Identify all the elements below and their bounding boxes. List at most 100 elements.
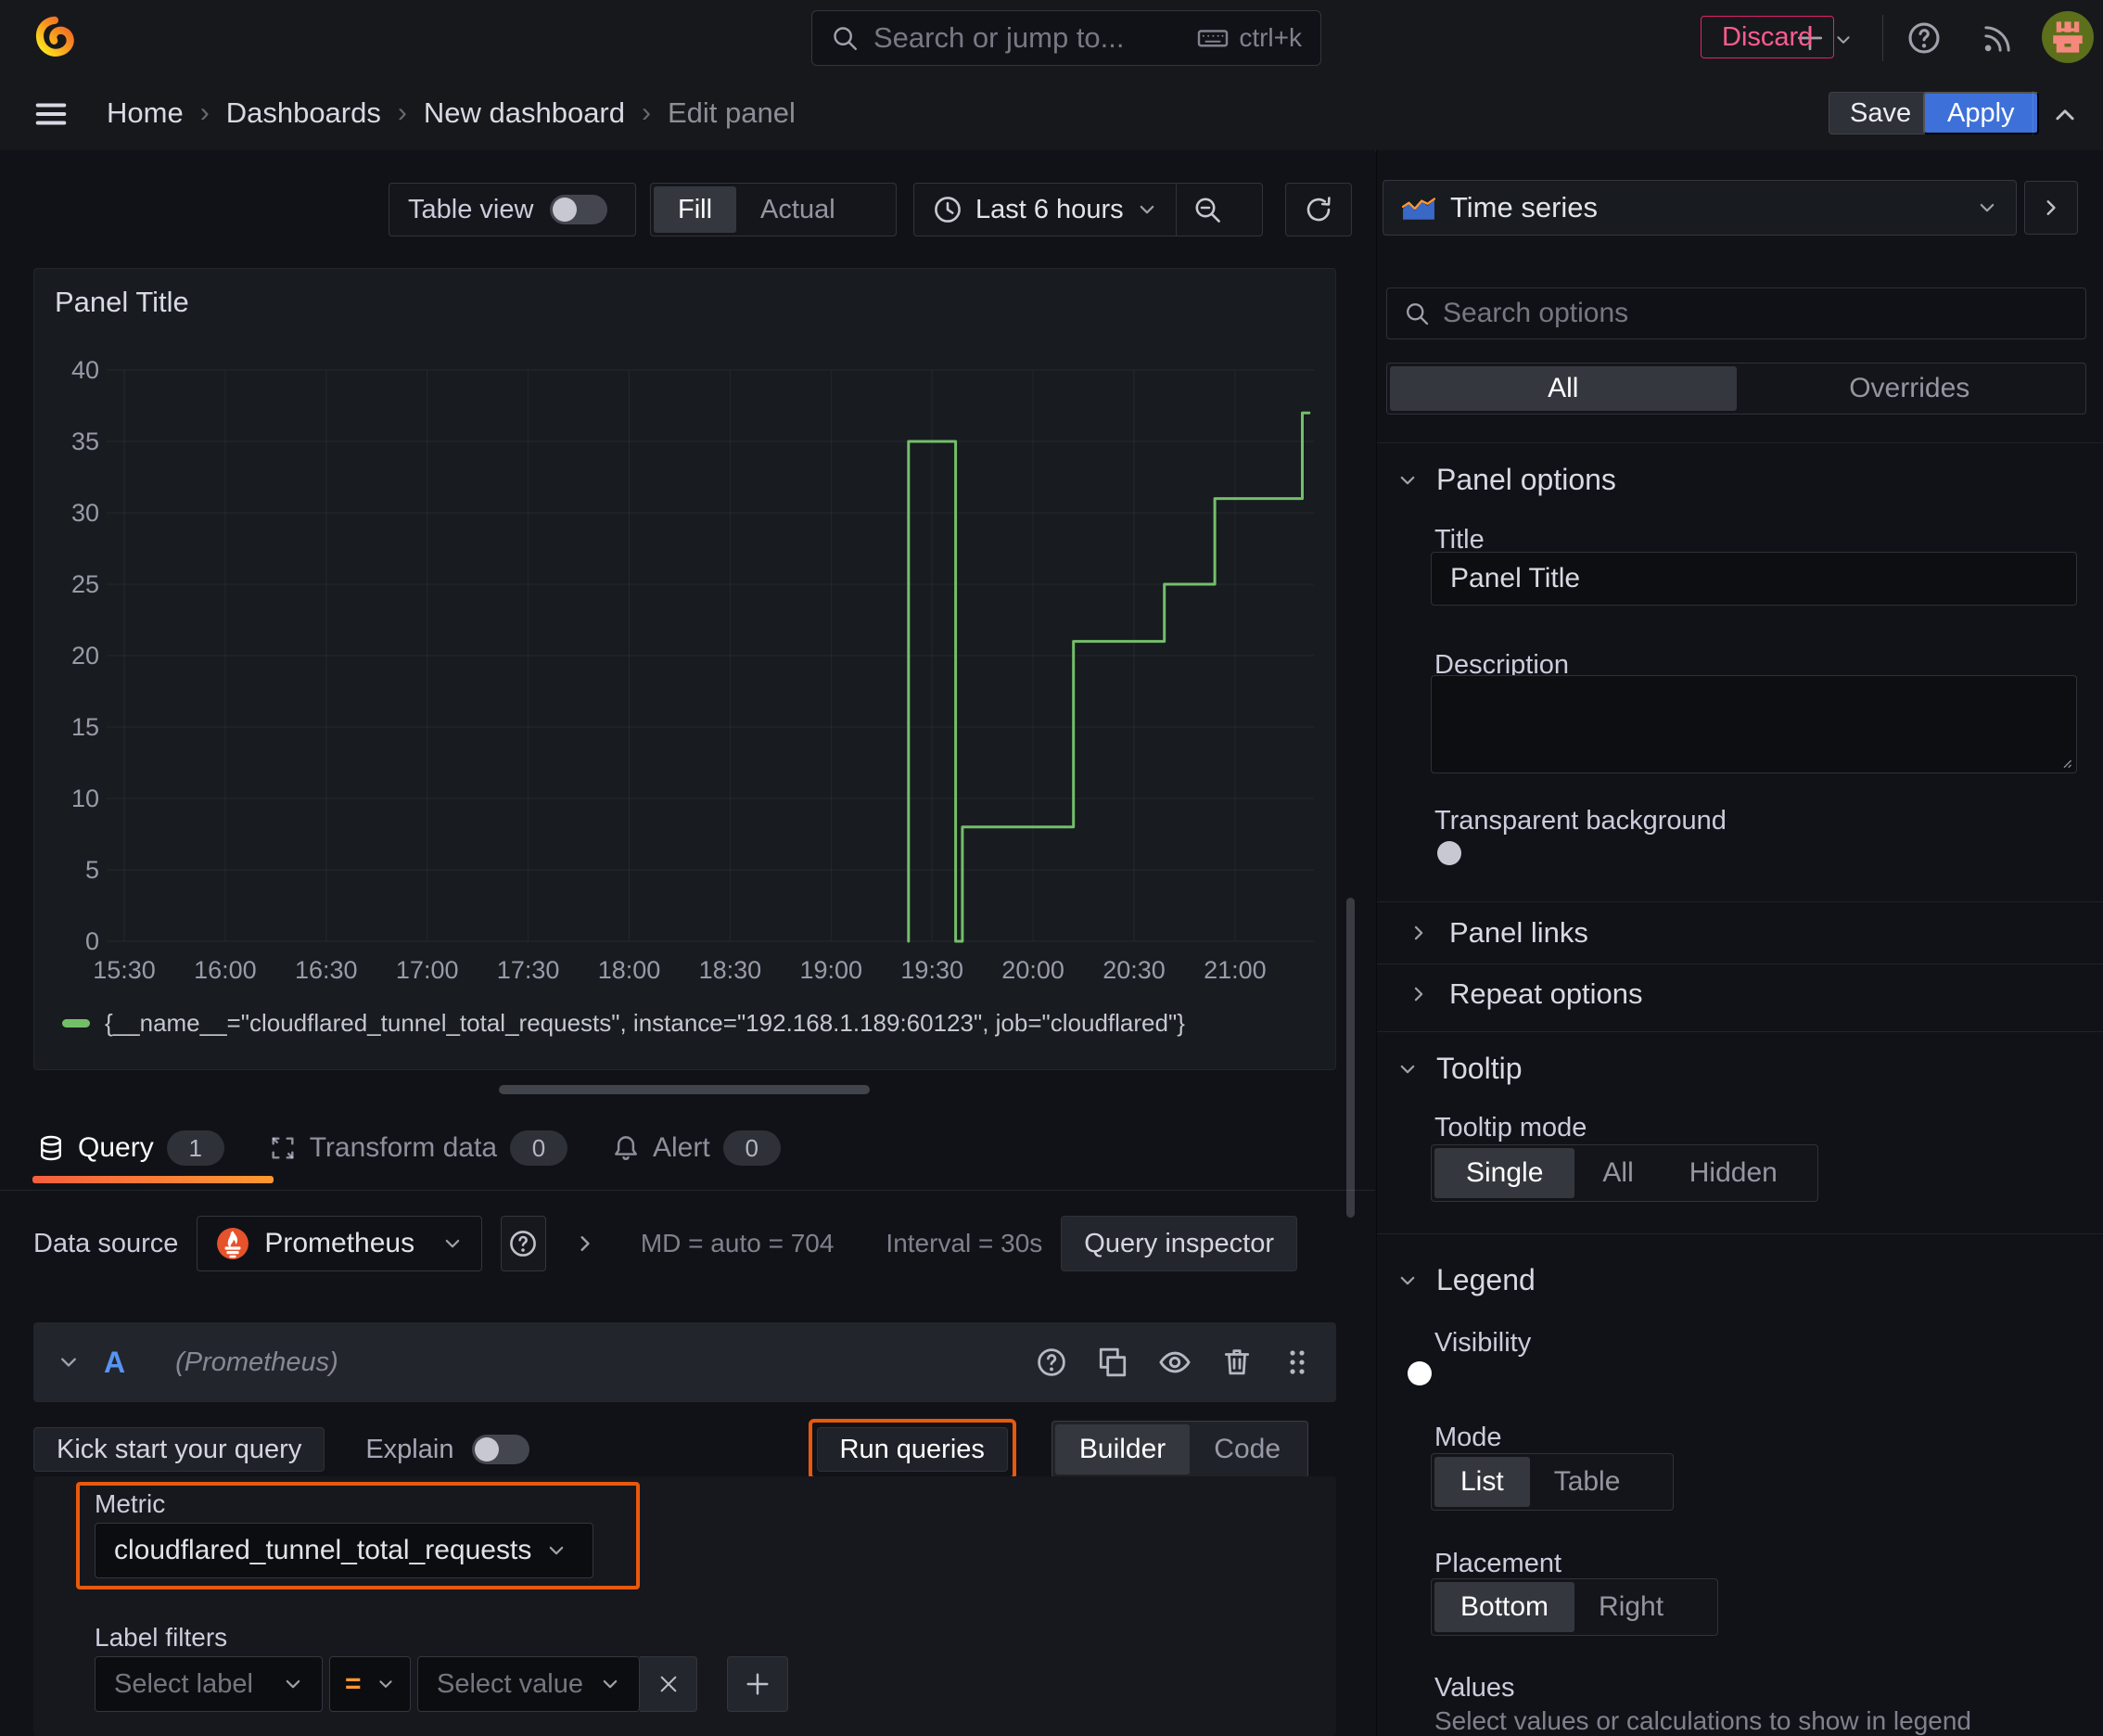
legend-table-option[interactable]: Table xyxy=(1530,1457,1645,1507)
search-icon xyxy=(831,24,859,52)
actual-option[interactable]: Actual xyxy=(736,186,860,233)
breadcrumb-dashboards[interactable]: Dashboards xyxy=(226,96,381,130)
collapse-header-chevron-up-icon[interactable] xyxy=(2051,102,2079,126)
textarea-resize-icon[interactable] xyxy=(2053,749,2073,770)
svg-text:5: 5 xyxy=(85,856,99,884)
search-placeholder: Search or jump to... xyxy=(873,21,1125,54)
datasource-select[interactable]: Prometheus xyxy=(197,1216,483,1271)
legend-series-swatch[interactable] xyxy=(62,1019,90,1028)
discard-button[interactable]: Discard xyxy=(1701,16,1835,58)
tab-overrides[interactable]: Overrides xyxy=(1737,366,2084,411)
query-row-header[interactable]: A (Prometheus) xyxy=(33,1322,1336,1402)
explain-toggle[interactable] xyxy=(472,1435,530,1464)
svg-text:17:00: 17:00 xyxy=(396,956,459,984)
sidebar-divider xyxy=(1377,1233,2103,1234)
placement-bottom-option[interactable]: Bottom xyxy=(1434,1582,1575,1632)
delete-query-trash-icon[interactable] xyxy=(1221,1347,1253,1378)
svg-text:17:30: 17:30 xyxy=(497,956,560,984)
panel-options-header[interactable]: Panel options xyxy=(1397,463,1616,497)
breadcrumb-new-dashboard[interactable]: New dashboard xyxy=(424,96,625,130)
select-label-chevron-down-icon xyxy=(283,1674,303,1694)
tooltip-mode-label: Tooltip mode xyxy=(1434,1113,1587,1142)
refresh-icon xyxy=(1304,195,1333,224)
remove-filter-button[interactable] xyxy=(640,1656,697,1712)
panel-options-title: Panel options xyxy=(1436,463,1616,496)
add-filter-button[interactable] xyxy=(727,1656,788,1712)
query-inspector-button[interactable]: Query inspector xyxy=(1061,1216,1297,1271)
description-textarea[interactable] xyxy=(1431,675,2077,773)
menu-hamburger-icon[interactable] xyxy=(33,96,69,132)
breadcrumb-separator: › xyxy=(642,97,651,128)
global-search[interactable]: Search or jump to... ctrl+k xyxy=(811,10,1321,66)
user-avatar[interactable] xyxy=(2042,11,2094,63)
svg-text:40: 40 xyxy=(71,356,99,384)
tooltip-hidden-option[interactable]: Hidden xyxy=(1662,1148,1805,1198)
legend-series-label[interactable]: {__name__="cloudflared_tunnel_total_requ… xyxy=(105,1009,1185,1038)
kick-start-query-button[interactable]: Kick start your query xyxy=(33,1427,325,1472)
time-range-picker[interactable]: Last 6 hours xyxy=(914,184,1176,236)
visualization-select[interactable]: Time series xyxy=(1383,180,2017,236)
label-filters-label: Label filters xyxy=(95,1623,228,1652)
builder-option[interactable]: Builder xyxy=(1054,1424,1191,1474)
search-options-box[interactable]: Search options xyxy=(1386,287,2086,339)
placement-right-option[interactable]: Right xyxy=(1574,1582,1688,1632)
query-ref-id[interactable]: A xyxy=(104,1346,125,1380)
query-help-icon[interactable] xyxy=(1036,1347,1067,1378)
repeat-options-section[interactable]: Repeat options xyxy=(1408,974,1643,1015)
tab-all[interactable]: All xyxy=(1390,366,1737,411)
operator-chevron-down-icon xyxy=(376,1675,395,1693)
legend-placement-label: Placement xyxy=(1434,1549,1562,1578)
time-series-chart[interactable]: 0 5 10 15 20 25 30 35 40 15:30 16:00 16:30 17:00 17:3… xyxy=(34,349,1335,998)
panel-title[interactable]: Panel Title xyxy=(55,286,189,319)
database-icon xyxy=(37,1134,65,1162)
run-queries-button[interactable]: Run queries xyxy=(816,1427,1008,1472)
fill-option[interactable]: Fill xyxy=(654,186,737,233)
vertical-scrollbar[interactable] xyxy=(1346,898,1355,1218)
help-icon[interactable] xyxy=(1906,20,1942,56)
tab-alert[interactable]: Alert 0 xyxy=(612,1130,781,1166)
add-chevron-down-icon[interactable] xyxy=(1834,31,1853,49)
apply-button[interactable]: Apply xyxy=(1923,92,2039,134)
query-collapse-chevron-down-icon[interactable] xyxy=(57,1351,80,1373)
tooltip-all-option[interactable]: All xyxy=(1574,1148,1661,1198)
svg-text:18:00: 18:00 xyxy=(598,956,661,984)
tooltip-chevron-down-icon xyxy=(1397,1059,1418,1079)
tab-transform-count: 0 xyxy=(510,1130,567,1166)
hide-query-eye-icon[interactable] xyxy=(1158,1346,1192,1379)
tab-query[interactable]: Query 1 xyxy=(37,1130,224,1166)
expand-chevron-right-icon[interactable] xyxy=(574,1232,596,1255)
select-label-dropdown[interactable]: Select label xyxy=(95,1656,323,1712)
panel-preview: Panel Title 0 5 10 15 20 25 30 35 40 15:30 16:00 16… xyxy=(33,268,1336,1070)
news-rss-icon[interactable] xyxy=(1981,22,2014,56)
datasource-help-button[interactable] xyxy=(501,1216,546,1271)
refresh-button[interactable] xyxy=(1285,183,1352,236)
metric-select[interactable]: cloudflared_tunnel_total_requests xyxy=(95,1523,593,1578)
query-row-actions xyxy=(1036,1346,1312,1379)
duplicate-query-icon[interactable] xyxy=(1097,1347,1128,1378)
zoom-out-button[interactable] xyxy=(1177,184,1238,236)
operator-dropdown[interactable]: = xyxy=(329,1656,411,1712)
topbar-divider xyxy=(1882,15,1883,61)
collapse-options-button[interactable] xyxy=(2024,181,2078,235)
grafana-logo-icon[interactable] xyxy=(33,13,76,63)
drag-handle-icon[interactable] xyxy=(1282,1346,1312,1379)
repeat-options-label: Repeat options xyxy=(1449,977,1643,1010)
search-shortcut: ctrl+k xyxy=(1196,23,1302,53)
legend-header[interactable]: Legend xyxy=(1397,1263,1536,1297)
tooltip-single-option[interactable]: Single xyxy=(1434,1148,1575,1198)
query-toolbar-row: Kick start your query Explain Run querie… xyxy=(33,1419,1336,1480)
tooltip-mode-switch: Single All Hidden xyxy=(1431,1144,1818,1202)
breadcrumb-home[interactable]: Home xyxy=(107,96,184,130)
legend-list-option[interactable]: List xyxy=(1434,1457,1530,1507)
query-builder-body: Metric cloudflared_tunnel_total_requests… xyxy=(33,1476,1336,1736)
panel-resize-handle[interactable] xyxy=(499,1085,870,1094)
save-button[interactable]: Save xyxy=(1829,92,1933,134)
table-view-toggle[interactable] xyxy=(550,195,608,224)
code-option[interactable]: Code xyxy=(1190,1424,1305,1474)
panel-title-input[interactable] xyxy=(1431,552,2077,606)
tooltip-header[interactable]: Tooltip xyxy=(1397,1052,1523,1086)
panel-links-section[interactable]: Panel links xyxy=(1408,913,1588,953)
tab-transform-data[interactable]: Transform data 0 xyxy=(269,1130,567,1166)
select-value-dropdown[interactable]: Select value xyxy=(417,1656,640,1712)
svg-text:18:30: 18:30 xyxy=(699,956,762,984)
